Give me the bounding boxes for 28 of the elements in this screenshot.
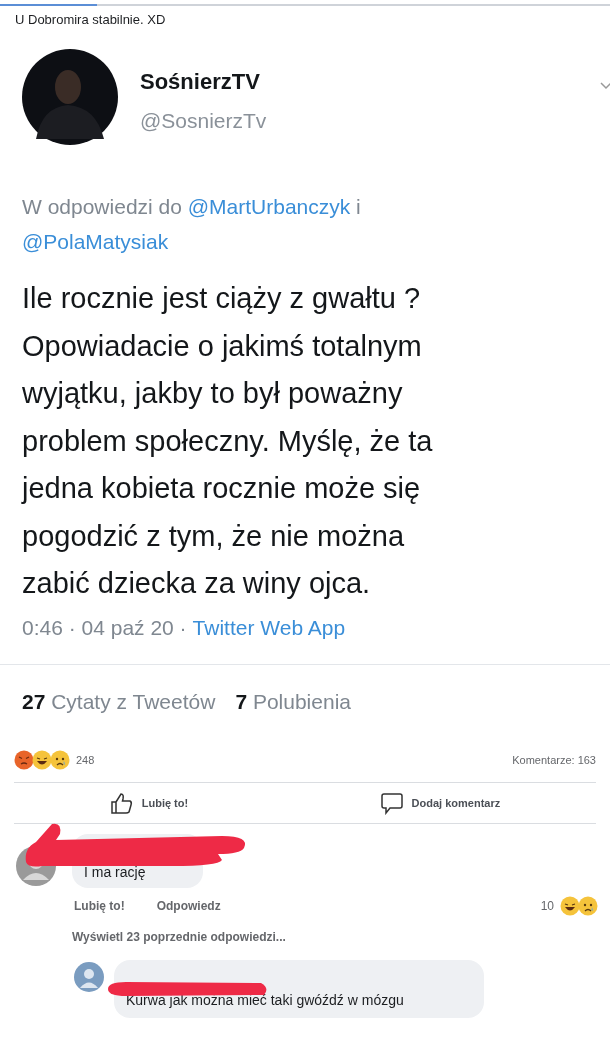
comment-bubble: Kurwa jak można mieć taki gwóźdź w mózgu <box>114 959 484 1018</box>
tweet-stat: 7 Polubienia <box>235 689 351 714</box>
comment-action-link[interactable]: Lubię to! <box>74 898 125 913</box>
thumbs-up-icon <box>109 790 134 815</box>
angry-face-icon <box>14 749 34 770</box>
sad-face-icon <box>50 749 70 770</box>
comment-action-link[interactable]: Odpowiedz <box>156 898 221 913</box>
mention-link[interactable]: @MartUrbanczyk <box>187 195 351 218</box>
source-link[interactable]: Twitter Web App <box>192 615 346 640</box>
sad-face-icon <box>578 895 598 916</box>
reaction-count: 248 <box>76 753 95 766</box>
reply-context: W odpowiedzi do @MartUrbanczyk i @PolaMatysiak <box>22 194 362 255</box>
comment-count[interactable]: Komentarze: 163 <box>512 753 596 766</box>
speech-bubble-icon <box>379 790 404 815</box>
like-button[interactable]: Lubię to! <box>103 790 195 815</box>
avatar-icon[interactable] <box>74 961 104 992</box>
more-replies-link[interactable]: Wyświetl 23 poprzednie odpowiedzi... <box>72 929 596 944</box>
post-caption: U Dobromira stabilnie. XD <box>15 12 167 27</box>
author-name: SośnierzTV <box>140 69 261 95</box>
reaction-count: 10 <box>540 898 554 913</box>
tweet-timestamp: 0:46 · 04 paź 20 · <box>22 615 187 640</box>
laughing-face-icon <box>32 749 52 770</box>
author-handle: @SosnierzTv <box>140 109 268 133</box>
laughing-face-icon <box>560 895 580 916</box>
tweet-stat: 27 Cytaty z Tweetów <box>22 689 216 714</box>
tweet-text: Ile rocznie jest ciąży z gwałtu ? Opowiadacie o jakimś totalnym wyjątku, jakby to był poważny problem społeczny. Myślę, że ta jedna kobieta rocznie może się pogodzić z tym, że nie można zabić dziecka za winy ojca. <box>22 281 434 601</box>
mention-link[interactable]: @PolaMatysiak <box>22 230 169 253</box>
comment-button[interactable]: Dodaj komentarz <box>373 790 507 815</box>
